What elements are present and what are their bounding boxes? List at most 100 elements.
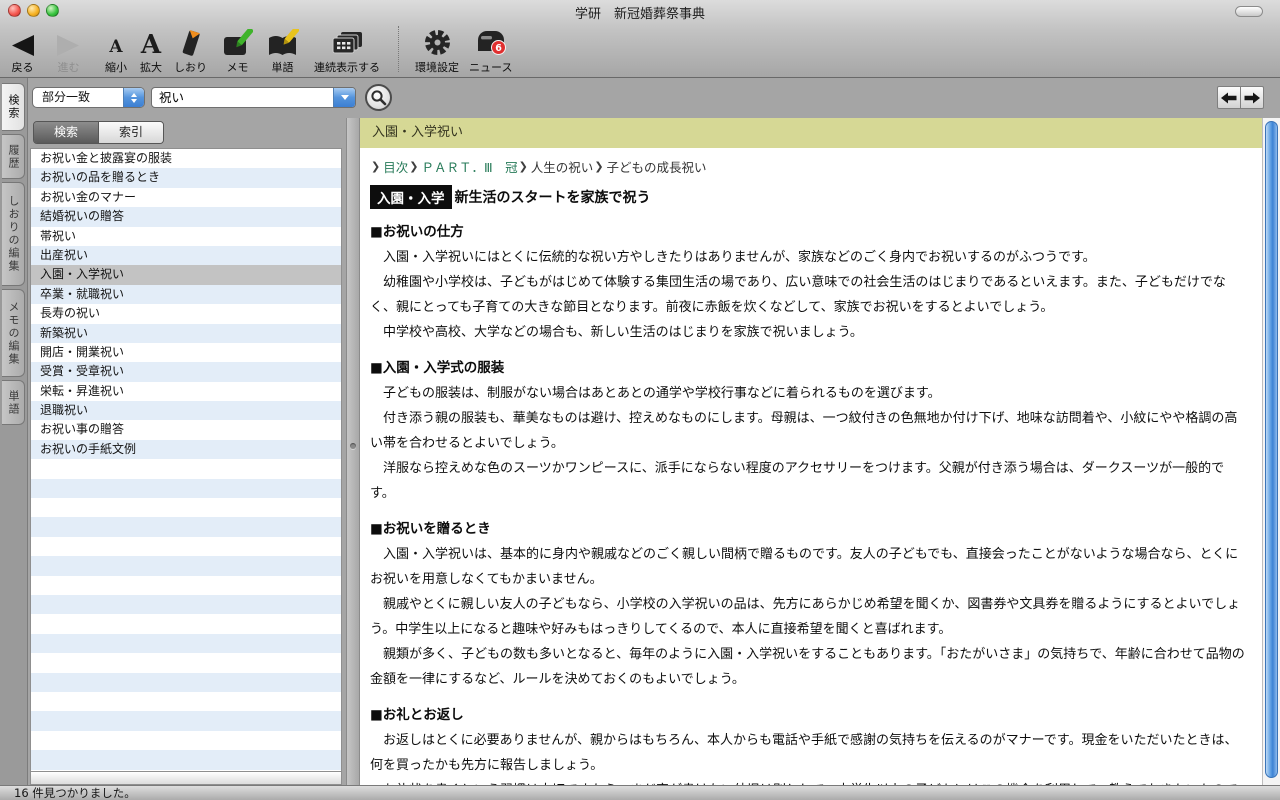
tab-bookmark-edit[interactable]: しおりの編集 [2,182,25,286]
paragraph: 付き添う親の服装も、華美なものは避け、控えめなものにします。母親は、一つ紋付きの… [370,406,1248,456]
breadcrumb-part-link[interactable]: ＰＡＲＴ．Ⅲ 冠 [421,157,517,176]
close-button[interactable] [8,4,21,17]
breadcrumb-chevron-icon: ❯ [594,160,603,173]
splitter-grip-icon [350,443,356,449]
bookmark-button[interactable]: しおり [174,25,207,75]
segment-index[interactable]: 索引 [99,122,163,143]
preferences-button[interactable]: 環境設定 [415,25,459,75]
result-item[interactable]: 栄転・昇進祝い [31,382,341,401]
result-item[interactable]: 卒業・就職祝い [31,285,341,304]
paragraph: 洋服なら控えめな色のスーツかワンピースに、派手にならない程度のアクセサリーをつけ… [370,456,1248,506]
article-body: ❯ 目次 ❯ ＰＡＲＴ．Ⅲ 冠 ❯ 人生の祝い ❯ 子どもの成長祝い 入園・入学… [360,148,1262,785]
word-book-icon [266,25,299,58]
paragraph: 中学校や高校、大学などの場合も、新しい生活のはじまりを家族で祝いましょう。 [370,320,1248,345]
article-title-tag: 入園・入学 [370,185,452,209]
paragraph: 入園・入学祝いにはとくに伝統的な祝い方やしきたりはありませんが、家族などのごく身… [370,245,1248,270]
empty-row [31,556,341,575]
article-section: ■お祝いの仕方 入園・入学祝いにはとくに伝統的な祝い方やしきたりはありませんが、… [370,220,1248,345]
status-bar: 16 件見つかりました。 [0,785,1280,800]
news-button[interactable]: 6 ニュース [469,25,512,75]
result-item[interactable]: 出産祝い [31,246,341,265]
tab-words[interactable]: 単語 [2,380,25,425]
match-mode-select[interactable]: 部分一致 [32,87,145,108]
entry-title-bar: 入園・入学祝い [360,118,1262,148]
result-item[interactable]: お祝い事の贈答 [31,420,341,439]
left-arrow-icon [1221,92,1237,104]
titlebar: 学研 新冠婚葬祭事典 [0,0,1280,22]
toolbar-separator [398,26,399,72]
section-heading: ■お礼とお返し [370,703,1248,728]
empty-row [31,634,341,653]
paragraph: 親戚やとくに親しい友人の子どもなら、小学校の入学祝いの品は、先方にあらかじめ希望… [370,592,1248,642]
stacked-cards-icon [329,25,365,58]
combo-dropdown-icon [333,88,355,107]
memo-pencil-icon [222,25,253,58]
result-list: お祝い金と披露宴の服装 お祝いの品を贈るとき お祝い金のマナー 結婚祝いの贈答 … [30,148,342,772]
segment-search[interactable]: 検索 [34,122,99,143]
empty-row [31,595,341,614]
side-tabstrip: 検索 履歴 しおりの編集 メモの編集 単語 [0,78,28,785]
shrink-font-button[interactable]: A 縮小 [105,25,127,75]
pane-splitter[interactable] [346,118,360,785]
gear-icon [422,25,453,58]
words-button[interactable]: 単語 [266,25,299,75]
result-item[interactable]: 結婚祝いの贈答 [31,207,341,226]
forward-icon [54,25,83,58]
result-item[interactable]: 退職祝い [31,401,341,420]
empty-row [31,576,341,595]
section-heading: ■お祝いの仕方 [370,220,1248,245]
article-section: ■お礼とお返し お返しはとくに必要ありませんが、親からはもちろん、本人からも電話… [370,703,1248,785]
zoom-button[interactable] [46,4,59,17]
result-mode-segmented: 検索 索引 [33,121,164,144]
right-arrow-icon [1244,92,1260,104]
result-item[interactable]: 受賞・受章祝い [31,362,341,381]
memo-button[interactable]: メモ [222,25,253,75]
paragraph: 入園・入学祝いは、基本的に身内や親戚などのごく親しい間柄で贈るものです。友人の子… [370,542,1248,592]
breadcrumb-subcategory-link[interactable]: 子どもの成長祝い [607,157,707,176]
next-entry-button[interactable] [1240,86,1264,109]
toolbar: 戻る 進む A 縮小 A 拡大 [0,22,1280,78]
toolbar-toggle-pill[interactable] [1235,6,1263,17]
breadcrumb-toc-link[interactable]: 目次 [383,157,408,176]
result-item[interactable]: お祝い金と披露宴の服装 [31,149,341,168]
window-title: 学研 新冠婚葬祭事典 [100,3,1180,22]
breadcrumb-chevron-icon: ❯ [409,160,418,173]
breadcrumb-chevron-icon: ❯ [371,160,380,173]
horizontal-scrollbar-track[interactable] [30,772,342,785]
small-letter-icon: A [109,25,122,58]
empty-row [31,479,341,498]
traffic-lights [8,4,59,17]
search-button[interactable] [365,84,392,111]
result-item[interactable]: 帯祝い [31,227,341,246]
keyword-combobox[interactable]: 祝い [151,87,356,108]
result-item[interactable]: 長寿の祝い [31,304,341,323]
tab-search[interactable]: 検索 [2,83,25,131]
enlarge-font-button[interactable]: A 拡大 [140,25,162,75]
back-button[interactable]: 戻る [8,25,37,75]
tab-memo-edit[interactable]: メモの編集 [2,289,25,377]
vertical-scrollbar[interactable] [1262,118,1280,785]
empty-row [31,614,341,633]
result-item[interactable]: お祝い金のマナー [31,188,341,207]
minimize-button[interactable] [27,4,40,17]
article-section: ■お祝いを贈るとき 入園・入学祝いは、基本的に身内や親戚などのごく親しい間柄で贈… [370,517,1248,692]
result-item[interactable]: 開店・開業祝い [31,343,341,362]
bookmark-icon [177,25,205,58]
search-bar: 部分一致 祝い [0,78,1280,118]
result-item-selected[interactable]: 入園・入学祝い [31,265,341,284]
result-item[interactable]: お祝いの手紙文例 [31,440,341,459]
article-title: 入園・入学 新生活のスタートを家族で祝う [370,185,1248,209]
breadcrumb: ❯ 目次 ❯ ＰＡＲＴ．Ⅲ 冠 ❯ 人生の祝い ❯ 子どもの成長祝い [370,156,1248,176]
continuous-view-button[interactable]: 連続表示する [314,25,380,75]
result-item[interactable]: 新築祝い [31,324,341,343]
tab-history[interactable]: 履歴 [2,134,25,179]
forward-button[interactable]: 進む [54,25,83,75]
news-badge: 6 [495,43,502,54]
paragraph: お礼状を書くという習慣は大切ですから、まだ字が書けない幼児は別として、中学生以上… [370,778,1248,785]
page-nav-arrows [1217,86,1264,109]
prev-entry-button[interactable] [1217,86,1241,109]
empty-row [31,517,341,536]
vertical-scrollbar-thumb[interactable] [1265,121,1278,778]
breadcrumb-category-link[interactable]: 人生の祝い [531,157,594,176]
result-item[interactable]: お祝いの品を贈るとき [31,168,341,187]
